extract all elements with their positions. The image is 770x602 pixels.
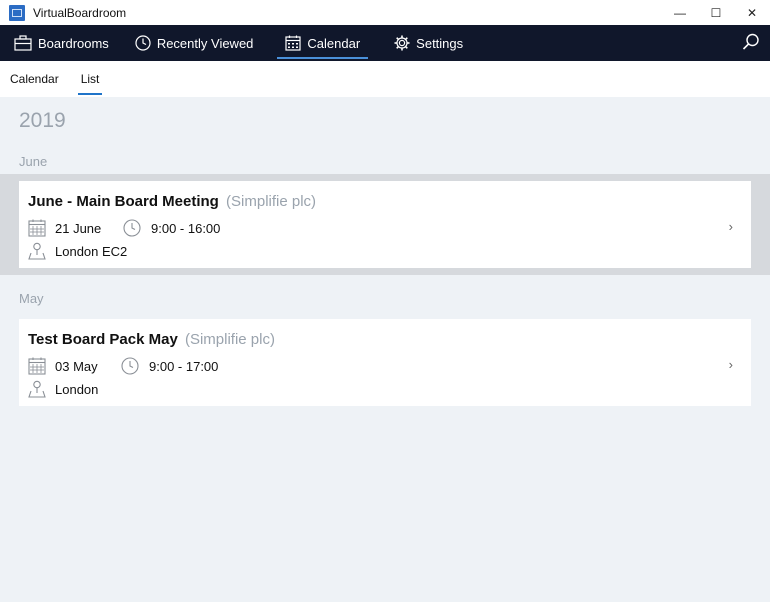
search-icon	[742, 33, 759, 50]
event-list: 2019 June June - Main Board Meeting (Sim…	[0, 97, 770, 602]
chevron-right-icon: ›	[728, 219, 733, 234]
event-title: June - Main Board Meeting (Simplifie plc…	[28, 193, 316, 210]
clock-icon	[123, 219, 141, 237]
event-date: 03 May	[55, 358, 98, 374]
location-pin-icon	[28, 242, 46, 260]
location-pin-icon	[28, 380, 46, 398]
chevron-right-icon: ›	[728, 357, 733, 372]
event-date-time-row: 21 June 9:00 - 16:00	[28, 219, 220, 237]
main-nav: Boardrooms Recently Viewed Calendar Sett…	[0, 25, 770, 61]
app-logo-icon	[9, 4, 25, 21]
nav-settings-label: Settings	[416, 35, 464, 51]
event-location-row: London	[28, 380, 98, 398]
event-org: (Simplifie plc)	[184, 331, 275, 348]
minimize-button[interactable]: —	[662, 0, 698, 25]
event-title-text: Test Board Pack May	[28, 331, 178, 348]
close-button[interactable]: ✕	[734, 0, 770, 25]
event-card[interactable]: Test Board Pack May (Simplifie plc) 03 M…	[19, 319, 751, 406]
event-time: 9:00 - 17:00	[149, 358, 219, 374]
window-controls: — ☐ ✕	[662, 0, 770, 25]
event-title: Test Board Pack May (Simplifie plc)	[28, 331, 275, 348]
nav-recently-viewed[interactable]: Recently Viewed	[127, 25, 262, 61]
event-location: London EC2	[55, 243, 128, 259]
month-heading: May	[19, 291, 44, 306]
nav-settings[interactable]: Settings	[386, 25, 471, 61]
calendar-icon	[285, 35, 302, 51]
briefcase-icon	[14, 35, 32, 51]
tab-calendar[interactable]: Calendar	[10, 61, 59, 97]
gear-icon	[394, 35, 410, 51]
window-title: VirtualBoardroom	[33, 5, 127, 20]
tab-list[interactable]: List	[77, 61, 103, 97]
nav-calendar[interactable]: Calendar	[277, 25, 368, 61]
nav-boardrooms-label: Boardrooms	[38, 35, 109, 51]
event-card[interactable]: June - Main Board Meeting (Simplifie plc…	[19, 181, 751, 268]
month-heading: June	[19, 154, 48, 169]
event-time: 9:00 - 16:00	[151, 220, 221, 236]
year-heading: 2019	[19, 109, 66, 132]
clock-icon	[121, 357, 139, 375]
calendar-icon	[28, 357, 46, 375]
event-title-text: June - Main Board Meeting	[28, 193, 219, 210]
clock-icon	[135, 35, 151, 51]
event-location: London	[55, 381, 99, 397]
search-button[interactable]	[742, 33, 760, 56]
event-date-time-row: 03 May 9:00 - 17:00	[28, 357, 218, 375]
title-bar: VirtualBoardroom — ☐ ✕	[0, 0, 770, 25]
calendar-icon	[28, 219, 46, 237]
event-date: 21 June	[55, 220, 102, 236]
event-org: (Simplifie plc)	[226, 193, 317, 210]
nav-recently-viewed-label: Recently Viewed	[156, 35, 254, 51]
view-tabs: Calendar List	[0, 61, 770, 97]
maximize-button[interactable]: ☐	[698, 0, 734, 25]
nav-calendar-label: Calendar	[307, 35, 361, 51]
event-location-row: London EC2	[28, 242, 127, 260]
nav-boardrooms[interactable]: Boardrooms	[6, 25, 117, 61]
